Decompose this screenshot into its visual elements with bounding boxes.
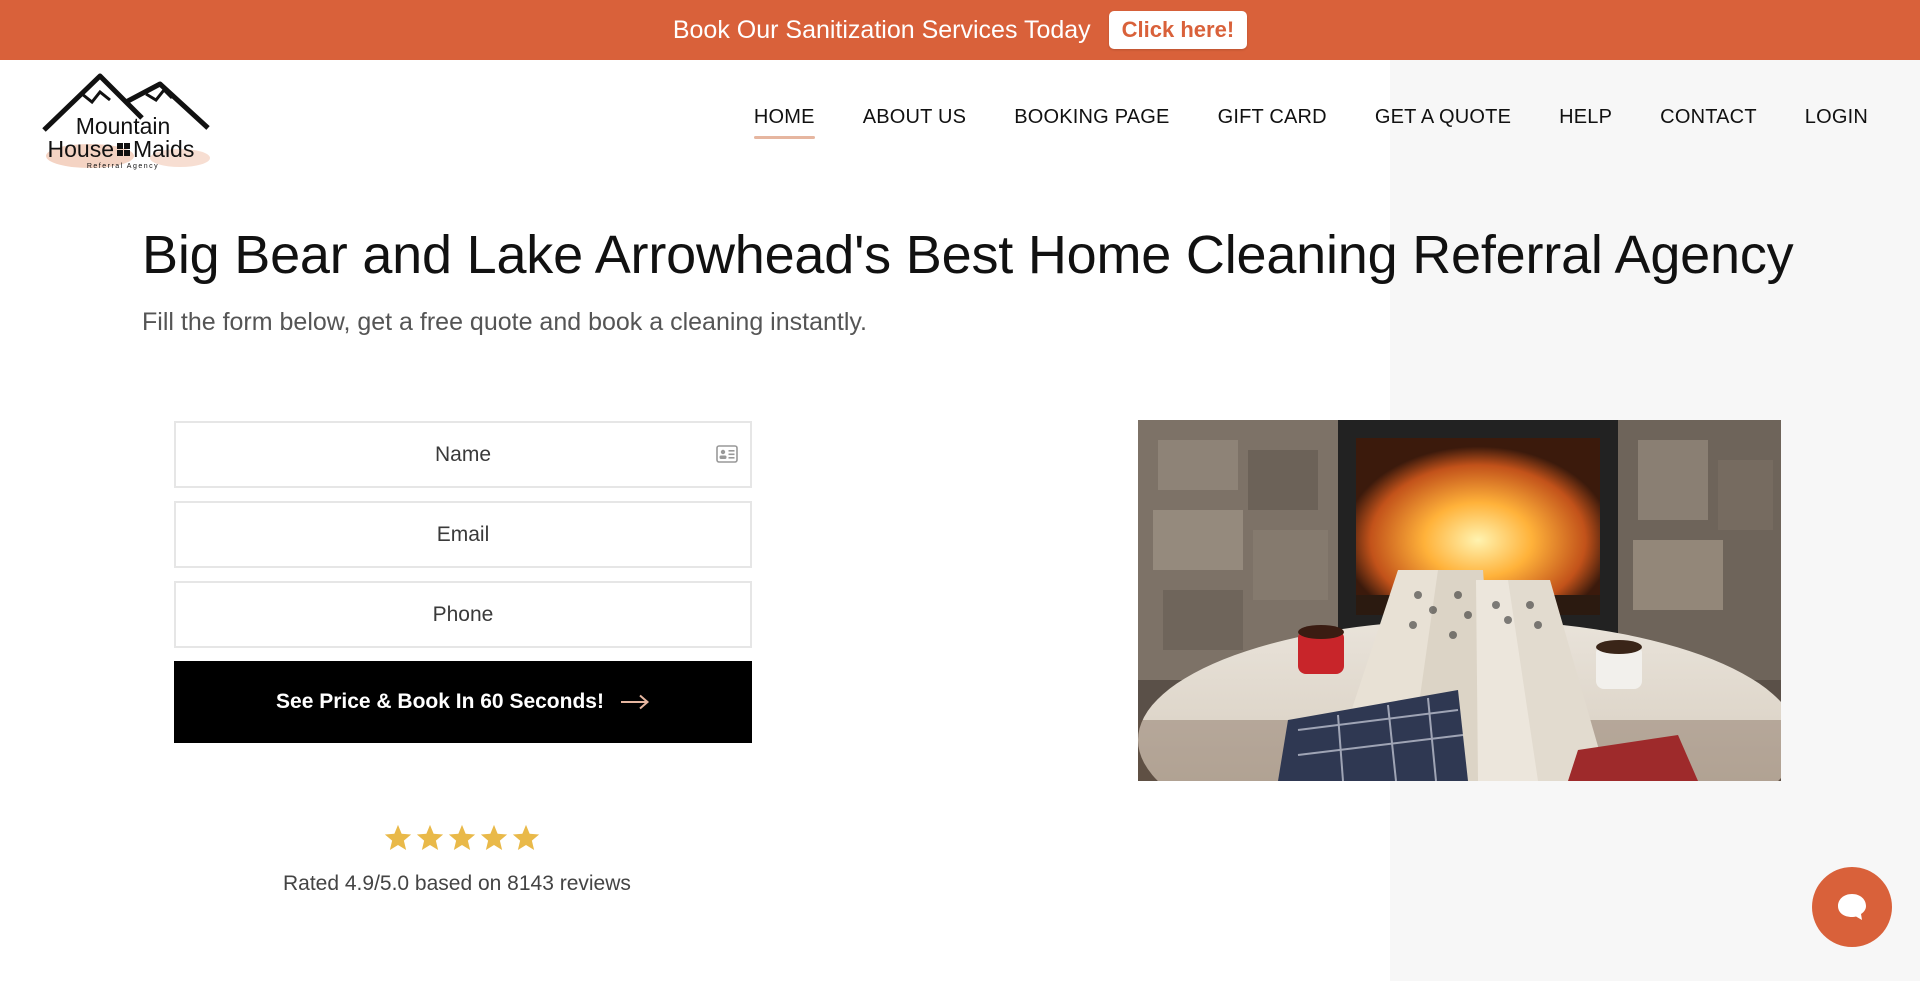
page-title: Big Bear and Lake Arrowhead's Best Home …: [142, 225, 1794, 285]
logo-text-maids: Maids: [133, 136, 194, 162]
star-icon: [416, 824, 444, 850]
contact-card-icon: [716, 445, 738, 463]
name-input[interactable]: [176, 423, 750, 486]
nav-item-login[interactable]: LOGIN: [1805, 106, 1868, 139]
star-icon: [480, 824, 508, 850]
promo-text: Book Our Sanitization Services Today: [672, 15, 1091, 44]
nav-item-help[interactable]: HELP: [1559, 106, 1612, 139]
see-price-book-button[interactable]: See Price & Book In 60 Seconds!: [174, 661, 752, 743]
chat-widget-button[interactable]: [1812, 867, 1892, 947]
email-input[interactable]: [176, 503, 750, 566]
rating-stars: [383, 823, 541, 853]
star-icon: [448, 824, 476, 850]
promo-bar: Book Our Sanitization Services Today Cli…: [0, 0, 1920, 60]
promo-click-here-button[interactable]: Click here!: [1108, 11, 1248, 49]
nav-item-get-a-quote[interactable]: GET A QUOTE: [1375, 106, 1511, 139]
nav-item-gift-card[interactable]: GIFT CARD: [1218, 106, 1327, 139]
chat-bubble-icon: [1838, 894, 1866, 920]
nav-item-about-us[interactable]: ABOUT US: [863, 106, 966, 139]
submit-label: See Price & Book In 60 Seconds!: [276, 690, 604, 713]
nav-item-home[interactable]: HOME: [753, 106, 815, 139]
arrow-right-icon: [620, 694, 649, 710]
logo-text-house: House: [48, 136, 114, 162]
phone-input[interactable]: [176, 583, 750, 646]
name-field-wrapper: [174, 421, 752, 488]
quote-form: See Price & Book In 60 Seconds!: [174, 421, 752, 743]
main-nav: HOME ABOUT US BOOKING PAGE GIFT CARD GET…: [706, 106, 1868, 139]
nav-item-booking-page[interactable]: BOOKING PAGE: [1014, 106, 1169, 139]
logo-tagline: Referral Agency: [87, 163, 159, 170]
star-icon: [512, 824, 540, 850]
star-icon: [384, 824, 412, 850]
page-subtitle: Fill the form below, get a free quote an…: [142, 308, 867, 336]
email-field-wrapper: [174, 501, 752, 568]
logo-mountains-icon: Mountain House Maids Referral Agency: [42, 73, 210, 170]
phone-field-wrapper: [174, 581, 752, 648]
rating-text: Rated 4.9/5.0 based on 8143 reviews: [283, 872, 631, 895]
hero-photo-fireplace: [1138, 420, 1781, 781]
site-logo[interactable]: Mountain House Maids Referral Agency: [30, 72, 220, 172]
nav-item-contact[interactable]: CONTACT: [1660, 106, 1757, 139]
